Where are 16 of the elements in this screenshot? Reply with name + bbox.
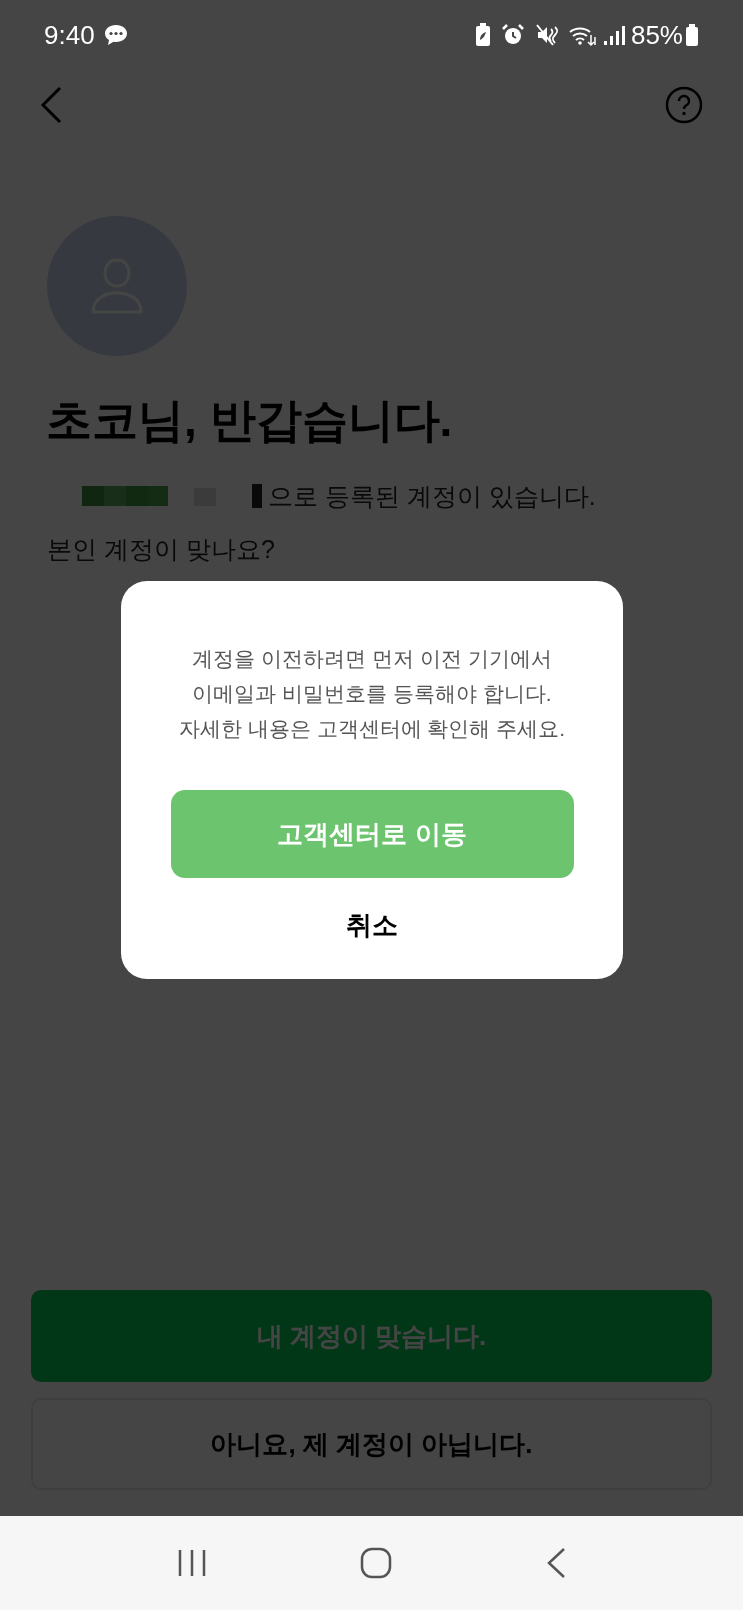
recent-apps-icon[interactable] (176, 1549, 207, 1577)
battery-icon (685, 23, 699, 47)
customer-center-button[interactable]: 고객센터로 이동 (170, 790, 574, 878)
alarm-icon (500, 23, 525, 47)
cancel-button[interactable]: 취소 (326, 898, 418, 953)
chat-bubble-icon (102, 23, 129, 47)
account-message: 으로 등록된 계정이 있습니다. (268, 480, 596, 512)
home-icon[interactable] (360, 1547, 393, 1579)
mute-icon (534, 23, 559, 47)
battery-percent: 85% (630, 18, 683, 52)
status-time: 9:40 (44, 18, 95, 52)
greeting-title: 초코님, 반갑습니다. (46, 393, 454, 448)
dialog-message: 계정을 이전하려면 먼저 이전 기기에서 이메일과 비밀번호를 등록해야 합니다. 자세한 내용은 고객센터에 확인해 주세요. (178, 646, 566, 742)
account-question: 본인 계정이 맞나요? (47, 534, 276, 565)
signal-icon (602, 23, 625, 47)
back-icon[interactable] (546, 1547, 567, 1579)
